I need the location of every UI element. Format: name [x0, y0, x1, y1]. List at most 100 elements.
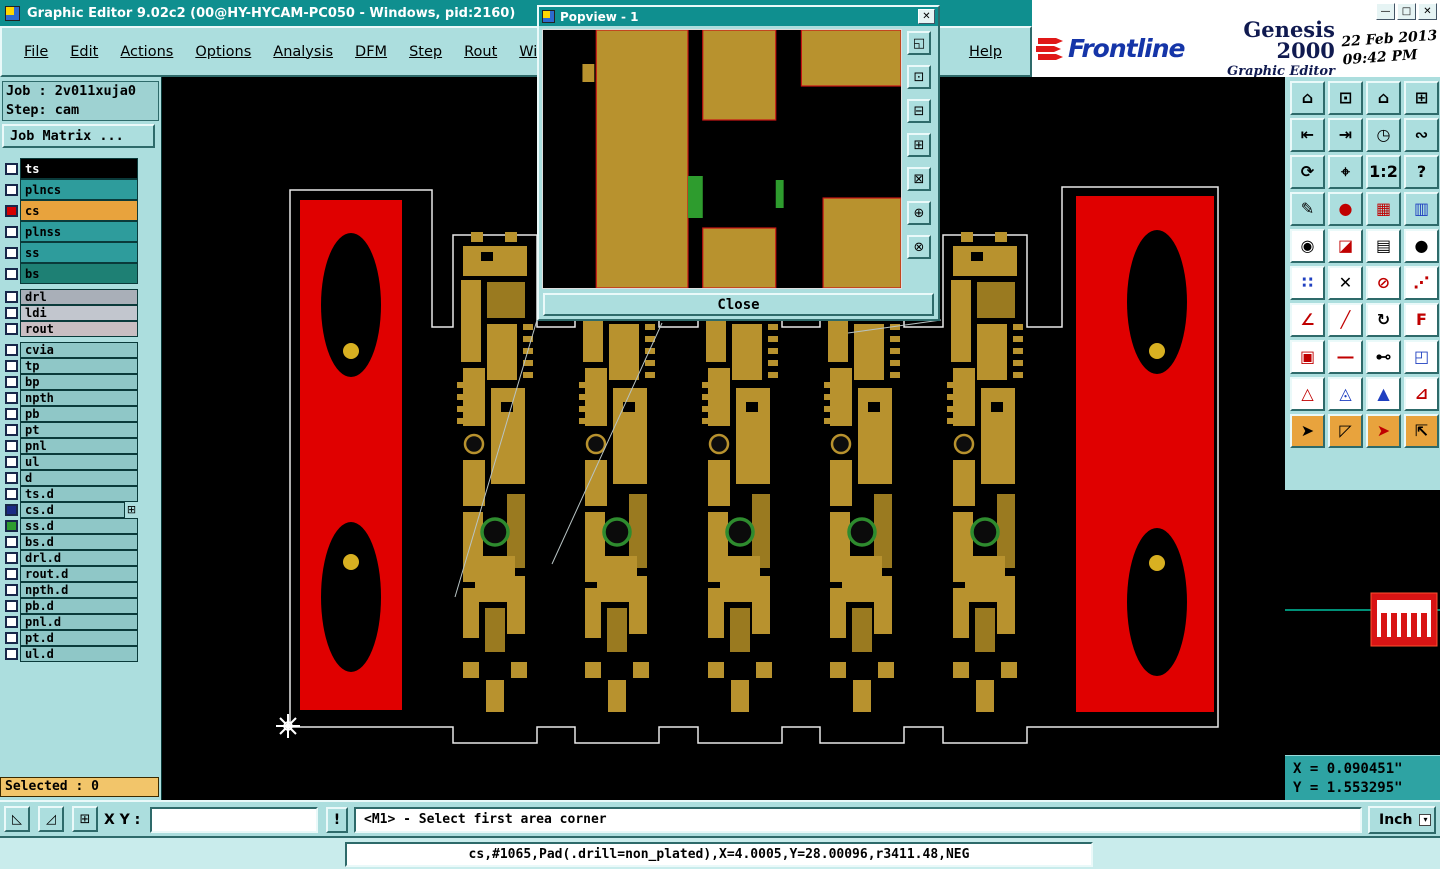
- minimize-button[interactable]: —: [1376, 3, 1395, 20]
- layer-visibility-checkbox[interactable]: [5, 648, 18, 660]
- layer-name[interactable]: ul: [20, 454, 138, 470]
- tool-ruler-button[interactable]: ▤: [1366, 229, 1401, 263]
- tool-home-alt-button[interactable]: ⌂: [1366, 81, 1401, 115]
- layer-visibility-checkbox[interactable]: [5, 183, 18, 196]
- layer-visibility-checkbox[interactable]: [5, 225, 18, 238]
- xy-input[interactable]: [150, 807, 318, 833]
- tool-dock-left-button[interactable]: ⇤: [1290, 118, 1325, 152]
- tool-select-arrow-red-button[interactable]: ➤: [1366, 414, 1401, 448]
- layer-visibility-checkbox[interactable]: [5, 344, 18, 356]
- layer-name[interactable]: ul.d: [20, 646, 138, 662]
- layer-visibility-checkbox[interactable]: [5, 424, 18, 436]
- tool-mirror-f-button[interactable]: Ϝ: [1404, 303, 1439, 337]
- close-button[interactable]: ✕: [1418, 3, 1437, 20]
- layer-visibility-checkbox[interactable]: [5, 392, 18, 404]
- tool-target-button[interactable]: ⌖: [1328, 155, 1363, 189]
- tool-grid-red-button[interactable]: ▦: [1366, 192, 1401, 226]
- tool-clock-button[interactable]: ◷: [1366, 118, 1401, 152]
- layer-name[interactable]: tp: [20, 358, 138, 374]
- layer-visibility-checkbox[interactable]: [5, 408, 18, 420]
- layer-name[interactable]: bp: [20, 374, 138, 390]
- layer-name[interactable]: npth.d: [20, 582, 138, 598]
- popview-close-button[interactable]: Close: [543, 293, 934, 316]
- tool-circle-slash-button[interactable]: ⊘: [1366, 266, 1401, 300]
- layer-visibility-checkbox[interactable]: [5, 246, 18, 259]
- layer-name[interactable]: ts: [20, 158, 138, 179]
- menu-help[interactable]: Help: [969, 44, 1002, 60]
- tool-triangle-filled-button[interactable]: ▲: [1366, 377, 1401, 411]
- tool-red-frame-button[interactable]: ▣: [1290, 340, 1325, 374]
- menu-actions[interactable]: Actions: [120, 44, 173, 60]
- layer-visibility-checkbox[interactable]: [5, 291, 18, 303]
- popview-window[interactable]: Popview - 1 ✕ ◱ ⊡ ⊟ ⊞ ⊠ ⊕ ⊗ Close: [537, 5, 940, 321]
- layer-visibility-checkbox[interactable]: [5, 504, 18, 516]
- layer-name[interactable]: plnss: [20, 221, 138, 242]
- layer-name[interactable]: pnl: [20, 438, 138, 454]
- layer-visibility-checkbox[interactable]: [5, 584, 18, 596]
- tool-select-arrow-grid-button[interactable]: ⇱: [1404, 414, 1439, 448]
- layer-visibility-checkbox[interactable]: [5, 267, 18, 280]
- layer-name[interactable]: pt.d: [20, 630, 138, 646]
- tool-pad-dot-button[interactable]: ◉: [1290, 229, 1325, 263]
- bottom-tool-3-button[interactable]: ⊞: [72, 806, 98, 832]
- layer-name[interactable]: rout: [20, 321, 138, 337]
- tool-pen-button[interactable]: ✎: [1290, 192, 1325, 226]
- tool-half-fill-button[interactable]: ◪: [1328, 229, 1363, 263]
- layer-name[interactable]: pt: [20, 422, 138, 438]
- layer-name[interactable]: cs: [20, 200, 138, 221]
- bottom-tool-2-button[interactable]: ◿: [38, 806, 64, 832]
- tool-triangle-outline-button[interactable]: △: [1290, 377, 1325, 411]
- layer-visibility-checkbox[interactable]: [5, 376, 18, 388]
- menu-dfm[interactable]: DFM: [355, 44, 387, 60]
- layer-name[interactable]: npth: [20, 390, 138, 406]
- navigator-panel[interactable]: [1285, 490, 1440, 755]
- layer-visibility-checkbox[interactable]: [5, 323, 18, 335]
- tool-red-dot-button[interactable]: ●: [1328, 192, 1363, 226]
- popview-tool-5-button[interactable]: ⊠: [907, 167, 931, 191]
- tool-red-line-button[interactable]: ―: [1328, 340, 1363, 374]
- layer-visibility-checkbox[interactable]: [5, 472, 18, 484]
- menu-rout[interactable]: Rout: [464, 44, 497, 60]
- layer-name[interactable]: plncs: [20, 179, 138, 200]
- bang-button[interactable]: !: [326, 807, 348, 833]
- layer-visibility-checkbox[interactable]: [5, 488, 18, 500]
- tool-rotate-view-button[interactable]: ⟳: [1290, 155, 1325, 189]
- tool-angle-button[interactable]: ∠: [1290, 303, 1325, 337]
- menu-file[interactable]: File: [24, 44, 48, 60]
- layer-name[interactable]: bs.d: [20, 534, 138, 550]
- tool-tile-windows-button[interactable]: ⊞: [1404, 81, 1439, 115]
- layer-visibility-checkbox[interactable]: [5, 360, 18, 372]
- layer-name[interactable]: pnl.d: [20, 614, 138, 630]
- layer-visibility-checkbox[interactable]: [5, 204, 18, 217]
- layer-visibility-checkbox[interactable]: [5, 552, 18, 564]
- layer-name[interactable]: ts.d: [20, 486, 138, 502]
- layer-name[interactable]: bs: [20, 263, 138, 284]
- tool-measure-button[interactable]: ⊷: [1366, 340, 1401, 374]
- units-dropdown[interactable]: Inch ▾: [1368, 806, 1436, 834]
- menu-analysis[interactable]: Analysis: [273, 44, 333, 60]
- layer-name[interactable]: ldi: [20, 305, 138, 321]
- tool-filled-circle-button[interactable]: ●: [1404, 229, 1439, 263]
- tool-select-arrow-button[interactable]: ➤: [1290, 414, 1325, 448]
- popview-close-icon[interactable]: ✕: [918, 9, 935, 24]
- layer-name[interactable]: drl.d: [20, 550, 138, 566]
- tool-monitor-button[interactable]: ⊡: [1328, 81, 1363, 115]
- tool-dock-right-button[interactable]: ⇥: [1328, 118, 1363, 152]
- layer-visibility-checkbox[interactable]: [5, 632, 18, 644]
- popview-tool-2-button[interactable]: ⊡: [907, 65, 931, 89]
- menu-edit[interactable]: Edit: [70, 44, 98, 60]
- menu-step[interactable]: Step: [409, 44, 442, 60]
- layer-visibility-checkbox[interactable]: [5, 456, 18, 468]
- tool-triangle-dot-button[interactable]: ◬: [1328, 377, 1363, 411]
- popview-tool-1-button[interactable]: ◱: [907, 31, 931, 55]
- maximize-button[interactable]: □: [1397, 3, 1416, 20]
- bottom-tool-1-button[interactable]: ◺: [4, 806, 30, 832]
- layer-visibility-checkbox[interactable]: [5, 440, 18, 452]
- layer-name[interactable]: cs.d: [20, 502, 125, 518]
- layer-name[interactable]: d: [20, 470, 138, 486]
- tool-delete-x-button[interactable]: ✕: [1328, 266, 1363, 300]
- layer-visibility-checkbox[interactable]: [5, 568, 18, 580]
- popview-tool-7-button[interactable]: ⊗: [907, 235, 931, 259]
- popview-tool-3-button[interactable]: ⊟: [907, 99, 931, 123]
- tool-help-button[interactable]: ?: [1404, 155, 1439, 189]
